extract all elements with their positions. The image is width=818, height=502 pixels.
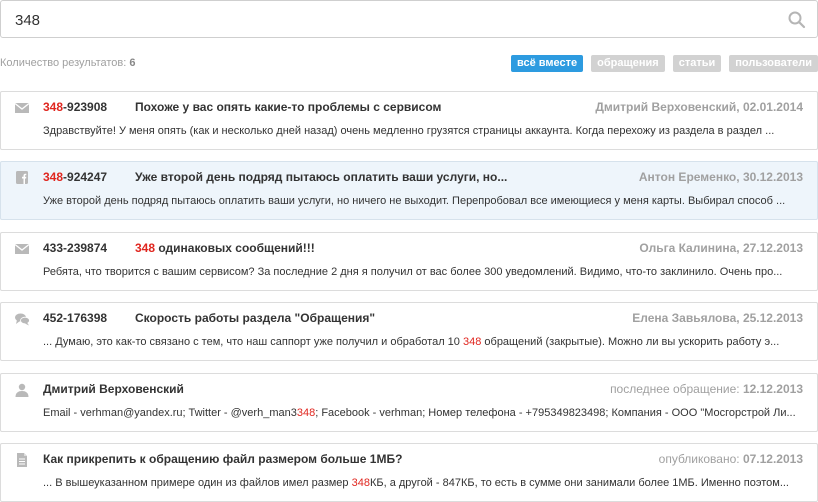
result-title-match: 348 bbox=[135, 241, 156, 255]
snippet-match: 348 bbox=[351, 477, 370, 489]
result-title[interactable]: Похоже у вас опять какие-то проблемы с с… bbox=[135, 100, 441, 114]
result-meta-label: опубликовано: bbox=[658, 452, 743, 466]
results-count-value: 6 bbox=[129, 57, 136, 69]
result-card[interactable]: 452-176398 Скорость работы раздела "Обра… bbox=[0, 302, 818, 361]
result-meta: Ольга Калинина, 27.12.2013 bbox=[639, 241, 803, 255]
result-meta-label: последнее обращение: bbox=[610, 382, 743, 396]
snippet-text: Email - verhman@yandex.ru; Twitter - @ve… bbox=[43, 407, 297, 419]
result-author: Ольга Калинина, bbox=[639, 241, 743, 255]
result-number-rest: -923908 bbox=[63, 100, 108, 114]
result-title[interactable]: 348 одинаковых сообщений!!! bbox=[135, 241, 315, 255]
snippet-text: КБ, а другой - 847КБ, то есть в сумме он… bbox=[369, 477, 789, 489]
snippet-text: ; Facebook - verhman; Номер телефона - +… bbox=[315, 407, 796, 419]
filter-tickets[interactable]: обращения bbox=[591, 55, 665, 72]
result-title[interactable]: Дмитрий Верховенский bbox=[43, 382, 184, 396]
result-card[interactable]: Дмитрий Верховенский последнее обращение… bbox=[0, 373, 818, 432]
document-icon bbox=[17, 453, 27, 467]
result-meta: Дмитрий Верховенский, 02.01.2014 bbox=[595, 100, 803, 114]
result-date: 02.01.2014 bbox=[742, 100, 803, 114]
result-card[interactable]: 348-924247 Уже второй день подряд пытаюс… bbox=[0, 161, 818, 220]
filter-users[interactable]: пользователи bbox=[729, 55, 818, 72]
result-title[interactable]: Как прикрепить к обращению файл размером… bbox=[43, 452, 402, 466]
result-number-match: 348 bbox=[43, 100, 64, 114]
result-author: Елена Завьялова, bbox=[632, 311, 743, 325]
results-count-label: Количество результатов: bbox=[0, 57, 127, 69]
result-snippet: Ребята, что творится с вашим сервисом? З… bbox=[43, 266, 783, 278]
result-meta: последнее обращение: 12.12.2013 bbox=[610, 382, 803, 396]
result-number: 433-239874 bbox=[43, 241, 108, 255]
facebook-icon bbox=[16, 171, 28, 184]
result-card[interactable]: 433-239874 348 одинаковых сообщений!!! О… bbox=[0, 232, 818, 291]
snippet-text: ... В вышеуказанном примере один из файл… bbox=[43, 477, 352, 489]
search-input[interactable] bbox=[15, 9, 755, 31]
search-box[interactable] bbox=[0, 0, 818, 38]
result-date: 25.12.2013 bbox=[742, 311, 803, 325]
result-snippet: Уже второй день подряд пытаюсь оплатить … bbox=[43, 195, 786, 207]
result-title[interactable]: Уже второй день подряд пытаюсь оплатить … bbox=[135, 170, 507, 184]
result-number: 452-176398 bbox=[43, 311, 108, 325]
chat-icon bbox=[15, 313, 30, 326]
result-number: 348-924247 bbox=[43, 170, 107, 184]
result-date: 30.12.2013 bbox=[742, 170, 803, 184]
result-snippet: ... Думаю, это как-то связано с тем, что… bbox=[43, 336, 805, 348]
results-meta: Количество результатов: 6 всё вместе обр… bbox=[0, 55, 818, 73]
filter-articles[interactable]: статьи bbox=[672, 55, 722, 72]
filter-all[interactable]: всё вместе bbox=[510, 55, 584, 72]
result-author: Дмитрий Верховенский, bbox=[595, 100, 743, 114]
result-number-rest: -924247 bbox=[63, 170, 108, 184]
result-snippet: Email - verhman@yandex.ru; Twitter - @ve… bbox=[43, 407, 805, 419]
filter-tabs: всё вместе обращения статьи пользователи bbox=[503, 55, 818, 72]
result-date: 27.12.2013 bbox=[742, 241, 803, 255]
user-icon bbox=[15, 383, 29, 397]
search-icon[interactable] bbox=[787, 10, 807, 30]
result-meta: Елена Завьялова, 25.12.2013 bbox=[632, 311, 803, 325]
results-count: Количество результатов: 6 bbox=[0, 57, 136, 69]
result-card[interactable]: 348-923908 Похоже у вас опять какие-то п… bbox=[0, 91, 818, 150]
result-snippet: ... В вышеуказанном примере один из файл… bbox=[43, 477, 805, 489]
snippet-match: 348 bbox=[296, 407, 316, 419]
result-card[interactable]: Как прикрепить к обращению файл размером… bbox=[0, 443, 818, 502]
result-title-rest: одинаковых сообщений!!! bbox=[155, 241, 315, 255]
result-snippet: Здравствуйте! У меня опять (как и нескол… bbox=[43, 125, 775, 137]
result-author: Антон Еременко, bbox=[638, 170, 743, 184]
result-title[interactable]: Скорость работы раздела "Обращения" bbox=[135, 311, 375, 325]
envelope-icon bbox=[14, 102, 30, 113]
snippet-text: ... Думаю, это как-то связано с тем, что… bbox=[43, 336, 463, 348]
result-date: 07.12.2013 bbox=[742, 452, 803, 466]
result-meta: опубликовано: 07.12.2013 bbox=[659, 452, 803, 466]
result-meta: Антон Еременко, 30.12.2013 bbox=[639, 170, 803, 184]
result-date: 12.12.2013 bbox=[742, 382, 803, 396]
snippet-match: 348 bbox=[462, 336, 482, 348]
result-number: 348-923908 bbox=[43, 100, 107, 114]
envelope-icon bbox=[14, 243, 30, 254]
snippet-text: обращений (закрытые). Можно ли вы ускори… bbox=[481, 336, 780, 348]
result-number-match: 348 bbox=[43, 170, 64, 184]
